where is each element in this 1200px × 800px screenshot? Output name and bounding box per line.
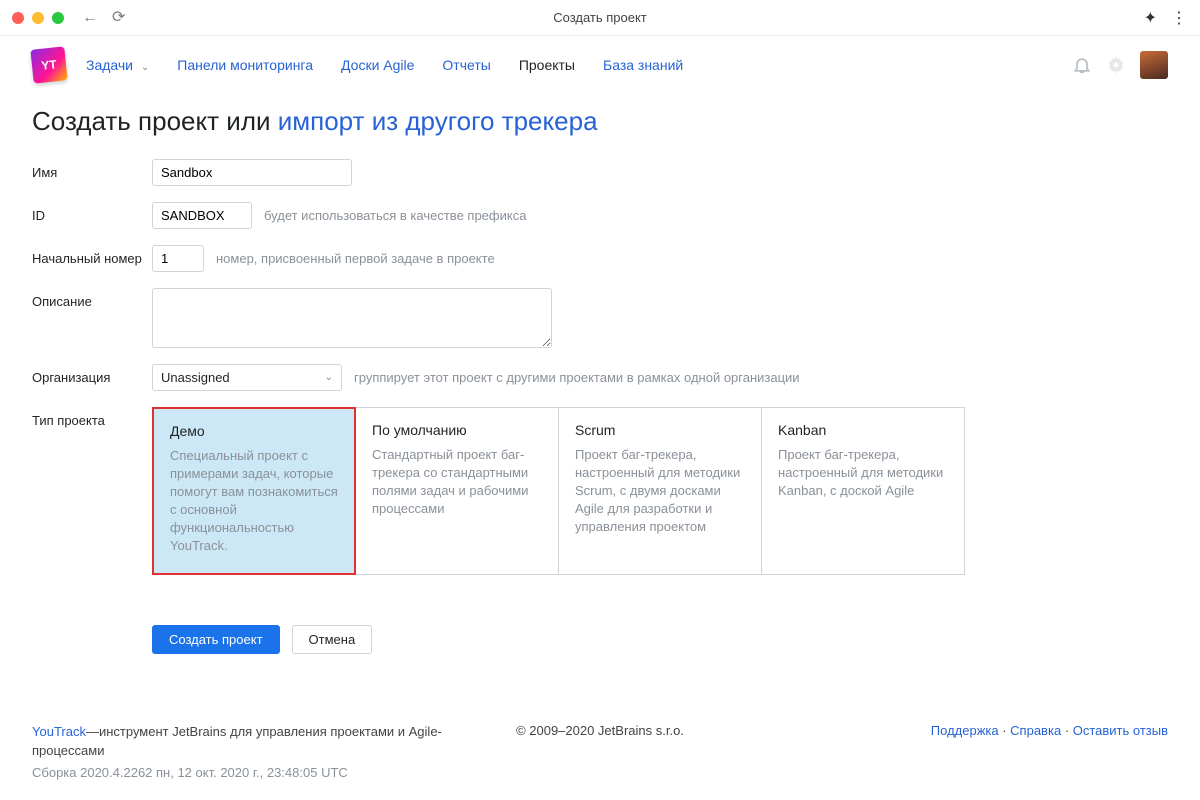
type-label: Тип проекта bbox=[32, 407, 152, 428]
nav-issues[interactable]: Задачи ⌄ bbox=[86, 57, 149, 73]
build-info: Сборка 2020.4.2262 пн, 12 окт. 2020 г., … bbox=[32, 764, 452, 782]
window-titlebar: ← ⟳ Создать проект ✦ ⋮ bbox=[0, 0, 1200, 36]
create-project-button[interactable]: Создать проект bbox=[152, 625, 280, 654]
support-link[interactable]: Поддержка bbox=[931, 723, 999, 738]
user-avatar[interactable] bbox=[1140, 51, 1168, 79]
name-label: Имя bbox=[32, 159, 152, 180]
chevron-down-icon: ⌄ bbox=[141, 62, 149, 73]
settings-icon[interactable] bbox=[1106, 55, 1126, 75]
project-type-default[interactable]: По умолчанию Стандартный проект баг-трек… bbox=[355, 407, 559, 575]
nav-projects[interactable]: Проекты bbox=[519, 57, 575, 73]
main-nav: Задачи ⌄ Панели мониторинга Доски Agile … bbox=[86, 57, 683, 73]
start-number-input[interactable] bbox=[152, 245, 204, 272]
project-type-kanban[interactable]: Kanban Проект баг-трекера, настроенный д… bbox=[761, 407, 965, 575]
desc-label: Описание bbox=[32, 288, 152, 309]
chevron-down-icon: ⌄ bbox=[325, 372, 333, 383]
window-title: Создать проект bbox=[0, 10, 1200, 25]
project-type-cards: Демо Специальный проект с примерами зада… bbox=[152, 407, 965, 575]
app-header: YT Задачи ⌄ Панели мониторинга Доски Agi… bbox=[0, 36, 1200, 88]
org-label: Организация bbox=[32, 364, 152, 385]
start-hint: номер, присвоенный первой задаче в проек… bbox=[216, 245, 495, 266]
name-input[interactable] bbox=[152, 159, 352, 186]
nav-knowledge[interactable]: База знаний bbox=[603, 57, 683, 73]
start-label: Начальный номер bbox=[32, 245, 152, 266]
footer: YouTrack—инструмент JetBrains для управл… bbox=[32, 723, 1168, 782]
id-input[interactable] bbox=[152, 202, 252, 229]
organization-select[interactable]: Unassigned ⌄ bbox=[152, 364, 342, 391]
notifications-icon[interactable] bbox=[1072, 55, 1092, 75]
id-label: ID bbox=[32, 202, 152, 223]
nav-dashboards[interactable]: Панели мониторинга bbox=[177, 57, 313, 73]
project-type-demo[interactable]: Демо Специальный проект с примерами зада… bbox=[152, 407, 356, 575]
help-link[interactable]: Справка bbox=[1010, 723, 1061, 738]
page-title: Создать проект или импорт из другого тре… bbox=[32, 106, 1168, 137]
description-input[interactable] bbox=[152, 288, 552, 348]
feedback-link[interactable]: Оставить отзыв bbox=[1073, 723, 1168, 738]
import-link[interactable]: импорт из другого трекера bbox=[278, 106, 598, 136]
nav-agile[interactable]: Доски Agile bbox=[341, 57, 414, 73]
id-hint: будет использоваться в качестве префикса bbox=[264, 202, 526, 223]
org-hint: группирует этот проект с другими проекта… bbox=[354, 364, 800, 385]
cancel-button[interactable]: Отмена bbox=[292, 625, 373, 654]
project-type-scrum[interactable]: Scrum Проект баг-трекера, настроенный дл… bbox=[558, 407, 762, 575]
nav-reports[interactable]: Отчеты bbox=[442, 57, 490, 73]
app-logo[interactable]: YT bbox=[30, 46, 67, 83]
product-link[interactable]: YouTrack bbox=[32, 724, 86, 739]
